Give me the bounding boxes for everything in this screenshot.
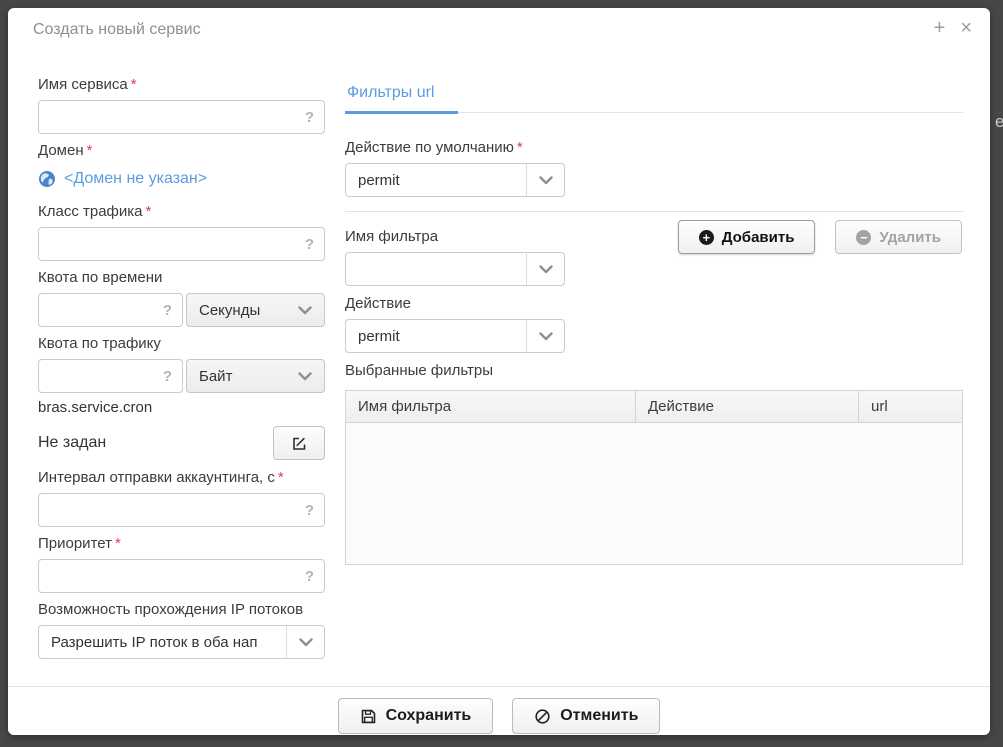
help-icon: ? — [163, 302, 172, 319]
chevron-down-icon — [299, 638, 313, 647]
chevron-down-icon — [298, 306, 312, 315]
section-divider — [345, 211, 963, 212]
time-quota-input[interactable]: ? — [38, 293, 183, 327]
selected-filters-table: Имя фильтра Действие url — [345, 390, 963, 565]
table-header: Имя фильтра Действие url — [346, 391, 962, 423]
ip-flow-value: Разрешить IP поток в оба нап — [39, 626, 286, 658]
domain-link[interactable]: <Домен не указан> — [64, 170, 207, 188]
tab-filters-url[interactable]: Фильтры url — [345, 82, 458, 114]
selected-filters-label: Выбранные фильтры — [345, 360, 963, 381]
service-form: Имя сервиса* ? Домен* <Домен не указан> … — [38, 74, 325, 659]
required-mark: * — [146, 203, 152, 220]
column-header-action[interactable]: Действие — [636, 391, 859, 423]
dialog-footer: Сохранить Отменить — [8, 686, 990, 734]
default-action-label: Действие по умолчанию* — [345, 137, 963, 158]
plus-circle-icon: + — [699, 230, 714, 245]
edit-cron-button[interactable] — [273, 426, 325, 460]
traffic-quota-input[interactable]: ? — [38, 359, 183, 393]
default-action-select[interactable]: permit — [345, 163, 565, 197]
required-mark: * — [278, 469, 284, 486]
action-select[interactable]: permit — [345, 319, 565, 353]
help-icon: ? — [163, 368, 172, 385]
chevron-down-icon — [539, 265, 553, 274]
time-quota-unit-value: Секунды — [199, 302, 260, 319]
required-mark: * — [115, 535, 121, 552]
url-filters-panel: Фильтры url Действие по умолчанию* permi… — [345, 82, 963, 565]
required-mark: * — [517, 139, 523, 156]
cron-row: Не задан — [38, 426, 325, 460]
accounting-interval-input[interactable]: ? — [38, 493, 325, 527]
create-service-dialog: Создать новый сервис + × Имя сервиса* ? … — [8, 8, 990, 735]
action-value: permit — [346, 320, 526, 352]
tab-bar: Фильтры url — [345, 82, 963, 113]
column-header-filter-name[interactable]: Имя фильтра — [346, 391, 636, 423]
chevron-down-icon — [539, 176, 553, 185]
ip-flow-label: Возможность прохождения IP потоков — [38, 599, 325, 620]
service-name-label-text: Имя сервиса — [38, 76, 128, 93]
traffic-quota-unit-value: Байт — [199, 368, 232, 385]
traffic-quota-label: Квота по трафику — [38, 333, 325, 354]
time-quota-unit-select[interactable]: Секунды — [186, 293, 325, 327]
help-icon: ? — [305, 502, 314, 519]
column-header-url[interactable]: url — [859, 391, 962, 423]
select-trigger — [526, 253, 564, 285]
chevron-down-icon — [539, 332, 553, 341]
delete-filter-label: Удалить — [879, 229, 941, 246]
ip-flow-select[interactable]: Разрешить IP поток в оба нап — [38, 625, 325, 659]
time-quota-label: Квота по времени — [38, 267, 325, 288]
save-button[interactable]: Сохранить — [338, 698, 494, 734]
modal-backdrop: е Создать новый сервис + × Имя сервиса* … — [0, 0, 1003, 747]
priority-label: Приоритет* — [38, 533, 325, 554]
filter-name-value — [346, 253, 526, 285]
close-icon[interactable]: × — [960, 17, 972, 39]
priority-label-text: Приоритет — [38, 535, 112, 552]
priority-input[interactable]: ? — [38, 559, 325, 593]
cron-script-name: bras.service.cron — [38, 399, 325, 416]
required-mark: * — [131, 76, 137, 93]
accounting-interval-label-text: Интервал отправки аккаунтинга, с — [38, 469, 275, 486]
globe-icon — [38, 170, 56, 188]
clipped-background-text: е — [995, 112, 1003, 132]
select-trigger — [286, 626, 324, 658]
help-icon: ? — [305, 236, 314, 253]
cancel-button[interactable]: Отменить — [512, 698, 660, 734]
add-filter-button[interactable]: + Добавить — [678, 220, 816, 254]
default-action-label-text: Действие по умолчанию — [345, 139, 514, 156]
edit-icon — [291, 435, 308, 452]
save-icon — [360, 708, 377, 725]
action-label: Действие — [345, 293, 963, 314]
filter-name-select[interactable] — [345, 252, 565, 286]
traffic-class-label-text: Класс трафика — [38, 203, 143, 220]
expand-icon[interactable]: + — [934, 17, 946, 39]
help-icon: ? — [305, 109, 314, 126]
cancel-icon — [534, 708, 551, 725]
traffic-class-input[interactable]: ? — [38, 227, 325, 261]
chevron-down-icon — [298, 372, 312, 381]
accounting-interval-label: Интервал отправки аккаунтинга, с* — [38, 467, 325, 488]
help-icon: ? — [305, 568, 314, 585]
time-quota-row: ? Секунды — [38, 293, 325, 327]
table-body — [346, 423, 962, 565]
domain-label-text: Домен — [38, 142, 84, 159]
cron-value-text: Не задан — [38, 434, 106, 452]
add-filter-label: Добавить — [722, 229, 795, 246]
dialog-title: Создать новый сервис — [33, 21, 201, 39]
traffic-quota-unit-select[interactable]: Байт — [186, 359, 325, 393]
traffic-quota-row: ? Байт — [38, 359, 325, 393]
default-action-value: permit — [346, 164, 526, 196]
service-name-input[interactable]: ? — [38, 100, 325, 134]
traffic-class-label: Класс трафика* — [38, 201, 325, 222]
select-trigger — [526, 164, 564, 196]
save-label: Сохранить — [386, 707, 472, 725]
required-mark: * — [87, 142, 93, 159]
select-trigger — [526, 320, 564, 352]
window-tools: + × — [934, 17, 972, 39]
minus-circle-icon: − — [856, 230, 871, 245]
cancel-label: Отменить — [560, 707, 638, 725]
domain-row: <Домен не указан> — [38, 166, 325, 192]
service-name-label: Имя сервиса* — [38, 74, 325, 95]
filter-actions: + Добавить − Удалить — [678, 220, 962, 254]
domain-label: Домен* — [38, 140, 325, 161]
delete-filter-button[interactable]: − Удалить — [835, 220, 962, 254]
